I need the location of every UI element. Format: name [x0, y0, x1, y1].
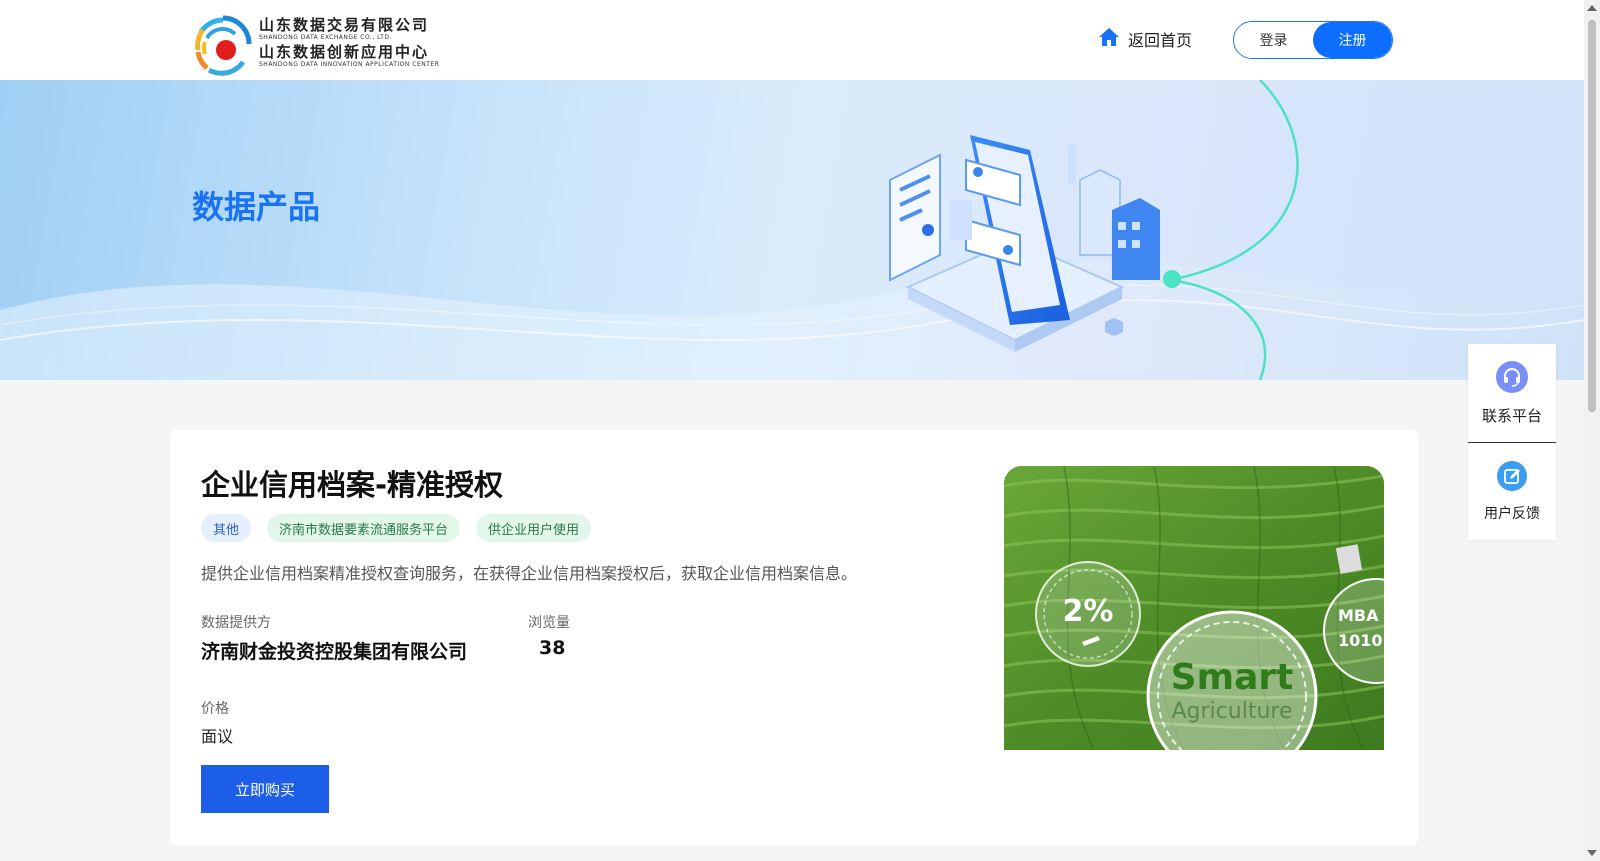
logo[interactable]: 山东数据交易有限公司 SHANDONG DATA EXCHANGE CO., L… [193, 14, 439, 76]
home-icon [1098, 27, 1120, 51]
views-value: 38 [539, 637, 566, 659]
user-feedback-button[interactable]: 用户反馈 [1468, 442, 1556, 540]
headset-icon [1496, 360, 1528, 397]
buy-now-button[interactable]: 立即购买 [201, 765, 329, 813]
contact-platform-button[interactable]: 联系平台 [1468, 344, 1556, 442]
tag-platform: 济南市数据要素流通服务平台 [267, 514, 461, 542]
logo-center-name-en: SHANDONG DATA INNOVATION APPLICATION CEN… [259, 61, 440, 68]
logo-company-name: 山东数据交易有限公司 [259, 16, 430, 34]
floating-side-panel: 联系平台 用户反馈 [1468, 344, 1556, 540]
register-button[interactable]: 注册 [1313, 22, 1392, 58]
banner: 数据产品 [0, 80, 1584, 380]
logo-company-name-en: SHANDONG DATA EXCHANGE CO., LTD. [259, 34, 392, 41]
scroll-up-arrow-icon[interactable] [1587, 5, 1597, 11]
product-card: 企业信用档案-精准授权 其他 济南市数据要素流通服务平台 供企业用户使用 提供企… [170, 430, 1418, 845]
edit-icon [1497, 460, 1527, 495]
provider-value: 济南财金投资控股集团有限公司 [201, 641, 468, 663]
auth-buttons: 登录 注册 [1233, 21, 1393, 59]
home-link-label: 返回首页 [1128, 31, 1193, 50]
user-feedback-label: 用户反馈 [1484, 505, 1540, 522]
home-link[interactable]: 返回首页 [1098, 27, 1192, 51]
scrollbar-thumb[interactable] [1588, 20, 1596, 412]
page-title: 数据产品 [192, 188, 321, 226]
contact-platform-label: 联系平台 [1481, 406, 1542, 425]
image-text-mba: MBA [1338, 606, 1379, 625]
image-text-agriculture: Agriculture [1172, 699, 1293, 724]
product-image: 2% Smart Agriculture MBA 1010 [1004, 466, 1384, 750]
scroll-down-arrow-icon[interactable] [1587, 850, 1597, 856]
product-title: 企业信用档案-精准授权 [201, 468, 504, 502]
price-value: 面议 [201, 727, 234, 746]
image-text-binary: 1010 [1338, 631, 1383, 650]
price-label: 价格 [201, 701, 229, 717]
top-header: 山东数据交易有限公司 SHANDONG DATA EXCHANGE CO., L… [0, 0, 1584, 80]
image-text-percent: 2% [1063, 594, 1114, 629]
banner-background-illustration [0, 80, 1584, 380]
views-label: 浏览量 [528, 615, 570, 631]
login-button[interactable]: 登录 [1234, 22, 1313, 58]
provider-label: 数据提供方 [201, 615, 271, 631]
product-description: 提供企业信用档案精准授权查询服务，在获得企业信用档案授权后，获取企业信用档案信息… [201, 564, 858, 583]
logo-mark-icon [193, 14, 253, 76]
product-tags: 其他 济南市数据要素流通服务平台 供企业用户使用 [201, 514, 592, 542]
logo-center-name: 山东数据创新应用中心 [259, 43, 430, 61]
vertical-scrollbar[interactable] [1584, 0, 1600, 861]
tag-audience: 供企业用户使用 [476, 514, 592, 542]
image-text-smart: Smart [1171, 657, 1294, 698]
tag-category: 其他 [201, 514, 252, 542]
